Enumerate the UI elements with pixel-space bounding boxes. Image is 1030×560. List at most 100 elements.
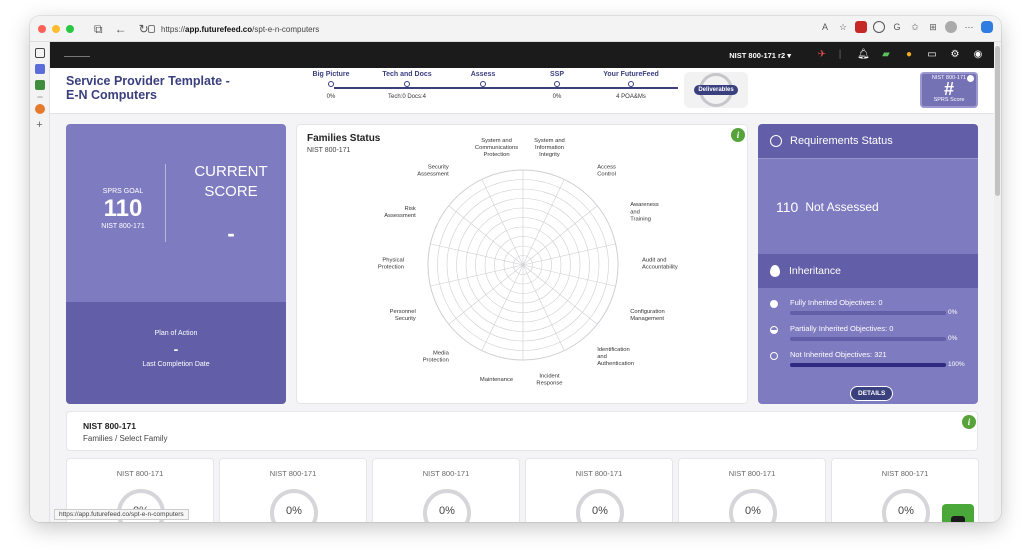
bell-icon[interactable]: 🔔︎ [857,49,870,61]
radar-axis-label: Physical Protection [378,257,404,270]
radar-axis-label: Risk Assessment [384,206,416,219]
sprs-badge-mark: # [943,79,954,99]
futurefeed-logo [64,51,90,57]
minimize-window-button[interactable] [52,24,60,33]
radar-axis-label: Configuration Management [630,309,664,322]
more-icon[interactable]: ⋯ [963,21,975,33]
favorite-icon[interactable]: ☆ [837,21,849,33]
families-section-header: NIST 800-171 Families / Select Family i [66,411,978,451]
inherited-bar [790,337,946,341]
families-radar-chart: System and Information Integrity Access Cont… [378,138,678,387]
gauge-title: NIST 800-171 [881,469,929,478]
page-header: Service Provider Template - E-N Computer… [50,68,994,114]
plan-of-action-card[interactable]: Plan of Action - Last Completion Date [66,302,286,404]
gauge-icon [770,135,782,147]
deliverables-button[interactable]: Deliverables [684,72,748,108]
radar-axis-label: Media Protection [423,350,450,363]
goal-label: SPRS GOAL [102,188,144,195]
chat-widget-button[interactable] [942,504,974,522]
radar-spoke [481,179,524,266]
family-gauge-card[interactable]: NIST 800-171 0% [372,458,520,522]
last-completion-date-label: Last Completion Date [142,361,210,368]
gauge-title: NIST 800-171 [116,469,164,478]
extension-icon[interactable] [873,21,885,33]
sprs-score-badge[interactable]: NIST 800-171 # SPRS Score [920,72,978,108]
family-gauge-card[interactable]: NIST 800-171 0% [219,458,367,522]
requirements-header: Requirements Status [758,124,978,158]
back-icon[interactable]: ← [115,16,127,42]
info-icon[interactable]: i [962,415,976,429]
gauge-title: NIST 800-171 [422,469,470,478]
chat-icon[interactable]: ▰ [880,49,892,61]
browser-extensions: A ☆ G ✩ ⊞ ⋯ [819,21,993,33]
framework-select[interactable]: NIST 800-171 r2 ▾ [729,51,791,60]
user-icon[interactable]: ◉ [972,49,984,61]
gauge-value: 0% [439,505,455,517]
tab-icon[interactable] [34,64,45,74]
radar-axis-label: Incident Response [536,373,562,386]
radar-spoke [522,243,616,266]
families-status-card: Families Status NIST 800-171 i System an… [296,124,748,404]
profile-icon[interactable] [945,21,957,33]
rocket-icon[interactable]: ✈ [816,49,828,61]
radar-axis-label: Awareness and Training [630,202,659,222]
copilot-icon[interactable] [981,21,993,33]
app-topbar: NIST 800-171 r2 ▾ ✈ | 🔔︎ ▰ ● ▭ ⚙ ◉ [50,42,994,68]
page-scrollbar[interactable] [994,42,1001,522]
tab-icon[interactable] [34,80,45,90]
tab-icon[interactable] [34,48,45,58]
favorites-bar-icon[interactable]: ✩ [909,21,921,33]
inheritance-body: Fully Inherited Objectives: 0 0% Partial… [758,288,978,404]
step-your-futurefeed[interactable]: Your FutureFeed 4 POA&Ms [586,71,676,100]
tabs-icon[interactable]: ⧉ [94,16,103,42]
current-score-value: - [227,221,235,246]
help-icon[interactable] [967,75,974,82]
close-window-button[interactable] [38,24,46,33]
maximize-window-button[interactable] [66,24,74,33]
current-score-label: CURRENT [194,163,268,180]
tab-icon[interactable] [34,104,45,114]
gauge-title: NIST 800-171 [269,469,317,478]
inherited-percent: 0% [948,335,958,342]
requirements-status-card: Requirements Status 110 Not Assessed Inh… [758,124,978,404]
radar-axis-label: Access Control [597,164,616,177]
page-title: Service Provider Template - E-N Computer… [66,74,230,102]
lock-icon [148,25,155,33]
radar-axis-label: Identification and Authentication [597,347,634,367]
extension-icon[interactable]: G [891,21,903,33]
inherited-percent: 0% [948,309,958,316]
inherited-label: Fully Inherited Objectives: 0 [790,298,883,307]
requirements-body[interactable]: 110 Not Assessed [758,158,978,254]
app-root: NIST 800-171 r2 ▾ ✈ | 🔔︎ ▰ ● ▭ ⚙ ◉ Servi… [50,42,994,522]
current-score-label: SCORE [204,183,258,200]
deliverables-label: Deliverables [694,85,738,95]
radar-axis-label: Maintenance [480,377,513,383]
sprs-goal-card: SPRS GOAL 110 NIST 800-171 CURRENT SCORE… [66,124,286,302]
details-button[interactable]: DETAILS [850,386,894,401]
browser-sidebar: + [30,42,50,522]
sprs-badge-label: SPRS Score [933,97,965,103]
poa-title: Plan of Action [154,330,198,337]
bulb-icon[interactable]: ● [903,49,915,61]
card-icon[interactable]: ▭ [926,49,938,61]
radar-axis-label: Security Assessment [417,164,449,177]
add-tab-icon[interactable]: + [35,120,45,131]
inherited-bar [790,363,946,367]
requirements-count: 110 [776,198,799,215]
breadcrumb[interactable]: Families / Select Family [83,434,167,443]
gear-icon[interactable]: ⚙ [949,49,961,61]
address-bar[interactable]: https://app.futurefeed.co/spt-e-n-comput… [148,20,708,38]
family-gauge-card[interactable]: NIST 800-171 0% [678,458,826,522]
radar-spoke [522,179,565,266]
collections-icon[interactable]: ⊞ [927,21,939,33]
families-section-title: NIST 800-171 [83,421,136,431]
read-aloud-icon[interactable]: A [819,21,831,33]
gauge-value: 0% [745,505,761,517]
extension-icon[interactable] [855,21,867,33]
scrollbar-thumb[interactable] [995,46,1000,196]
gauge-value: 0% [286,505,302,517]
family-gauge-card[interactable]: NIST 800-171 0% [525,458,673,522]
inherited-percent: 100% [948,361,965,368]
gauge-title: NIST 800-171 [575,469,623,478]
family-gauges: NIST 800-171 0% NIST 800-171 0% NIST 800… [66,458,979,522]
